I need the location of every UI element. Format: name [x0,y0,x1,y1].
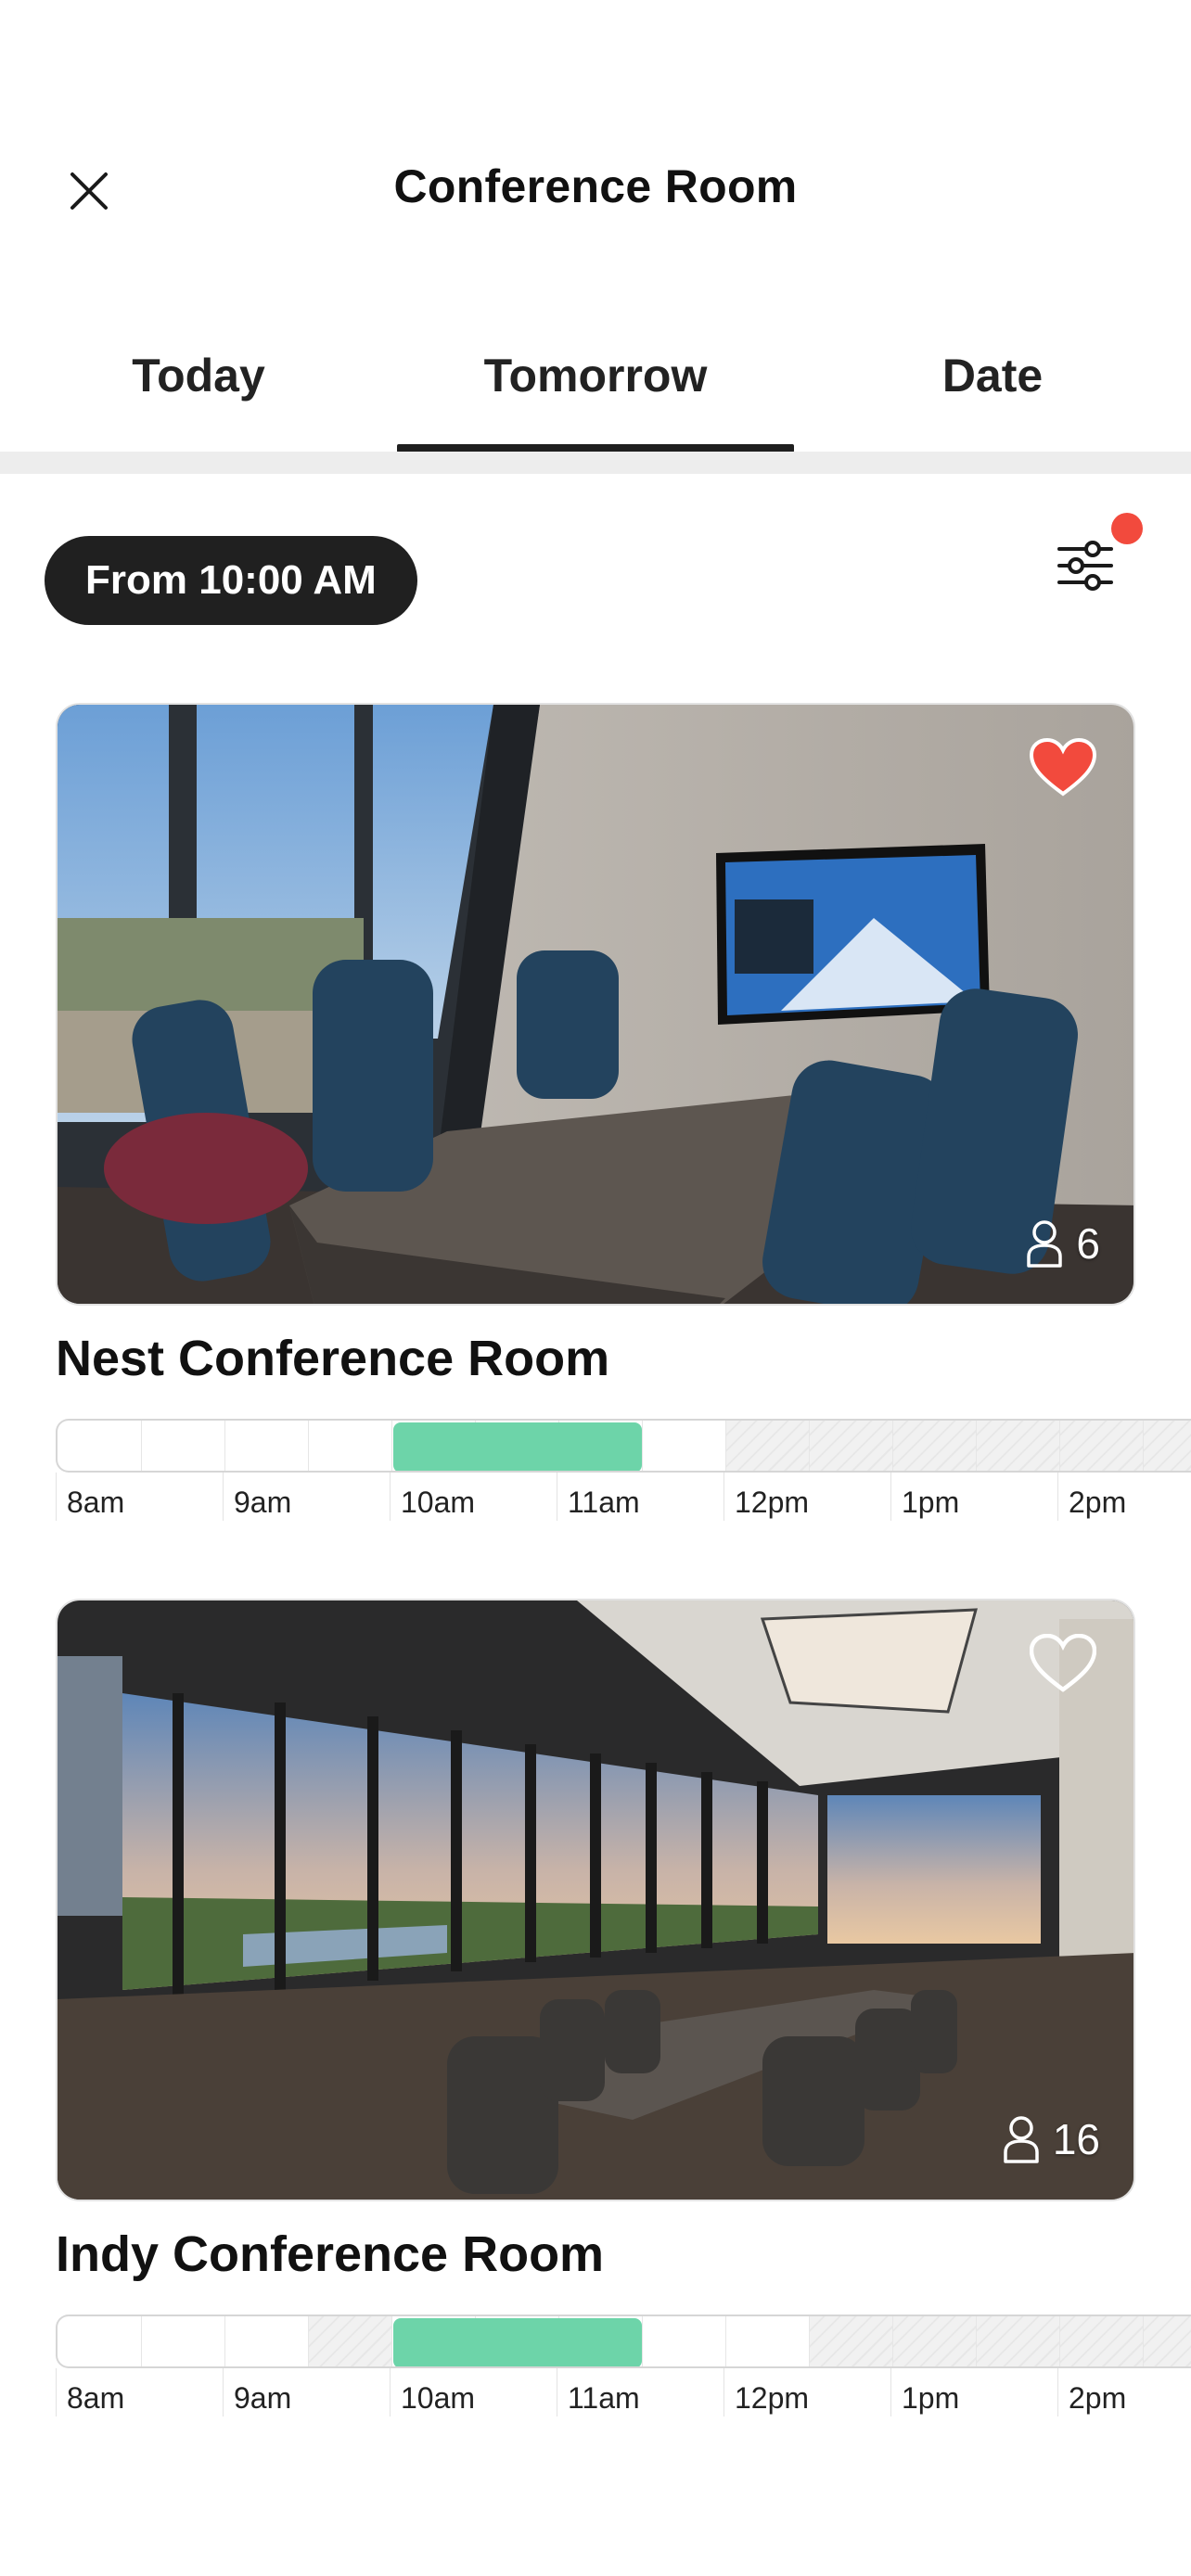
timeline-slot[interactable] [224,2316,308,2366]
timeline-slot-unavailable [892,1421,976,1471]
timeline-label: 2pm [1069,1486,1127,1519]
filter-button[interactable] [1048,529,1122,603]
timeline-label: 10am [401,2381,476,2415]
timeline-slot[interactable] [642,1421,725,1471]
date-tabs: Today Tomorrow Date [0,325,1191,454]
timeline-label: 10am [401,1486,476,1519]
room-name[interactable]: Indy Conference Room [56,2225,604,2283]
timeline-slot-unavailable [809,2316,892,2366]
timeline-slot[interactable] [58,2316,141,2366]
tab-date[interactable]: Date [794,325,1191,454]
header: Conference Room [0,0,1191,278]
timeline-selected-range[interactable] [393,1422,642,1471]
favorite-button[interactable] [1026,731,1100,805]
capacity-value: 6 [1076,1219,1100,1268]
timeline-label: 11am [568,2381,640,2415]
timeline-selected-range[interactable] [393,2318,642,2366]
timeline-slot-unavailable [809,1421,892,1471]
timeline-slot[interactable] [725,2316,809,2366]
timeline-label: 1pm [902,1486,960,1519]
room-image [58,705,1133,1304]
timeline-slot-unavailable [976,2316,1059,2366]
timeline-label: 8am [67,1486,125,1519]
timeline-slot-unavailable [1059,1421,1143,1471]
timeline-slot[interactable] [58,1421,141,1471]
timeline-label: 11am [568,1486,640,1519]
filter-active-indicator [1111,513,1143,544]
timeline-label: 2pm [1069,2381,1127,2415]
tabs-divider [0,452,1191,474]
timeline-slot-unavailable [976,1421,1059,1471]
person-icon [1027,1220,1063,1268]
timeline-slot-unavailable [892,2316,976,2366]
capacity-badge: 16 [1003,2114,1100,2164]
availability-timeline[interactable]: 8am 9am 10am 11am 12pm 1pm 2pm [56,1419,1191,1521]
page-title: Conference Room [393,160,798,212]
capacity-badge: 6 [1026,1218,1100,1269]
timeline-slot-unavailable [1143,2316,1191,2366]
timeline-bar[interactable] [56,1419,1191,1473]
tab-today[interactable]: Today [0,325,397,454]
timeline-label: 12pm [735,2381,810,2415]
timeline-label: 1pm [902,2381,960,2415]
timeline-slot[interactable] [308,1421,391,1471]
timeline-label: 9am [234,2381,292,2415]
timeline-slot-unavailable [1059,2316,1143,2366]
timeline-bar[interactable] [56,2315,1191,2368]
timeline-slot-unavailable [308,2316,391,2366]
timeline-slot[interactable] [642,2316,725,2366]
timeline-label: 8am [67,2381,125,2415]
timeline-label: 9am [234,1486,292,1519]
tab-tomorrow[interactable]: Tomorrow [397,325,794,454]
heart-outline-icon [1030,1634,1096,1692]
timeline-slot[interactable] [141,1421,224,1471]
room-image [58,1600,1133,2200]
person-icon [1004,2116,1039,2163]
favorite-button[interactable] [1026,1626,1100,1701]
timeline-slot-unavailable [1143,1421,1191,1471]
room-photo[interactable]: 16 [56,1599,1135,2201]
timeline-slot[interactable] [141,2316,224,2366]
availability-timeline[interactable]: 8am 9am 10am 11am 12pm 1pm 2pm [56,2315,1191,2417]
room-name[interactable]: Nest Conference Room [56,1330,609,1387]
capacity-value: 16 [1052,2115,1100,2163]
sliders-icon [1057,541,1113,591]
timeline-label: 12pm [735,1486,810,1519]
timeline-slot-unavailable [725,1421,809,1471]
from-time-pill[interactable]: From 10:00 AM [45,536,417,625]
room-photo[interactable]: 6 [56,703,1135,1306]
heart-filled-icon [1030,738,1096,797]
timeline-slot[interactable] [224,1421,308,1471]
